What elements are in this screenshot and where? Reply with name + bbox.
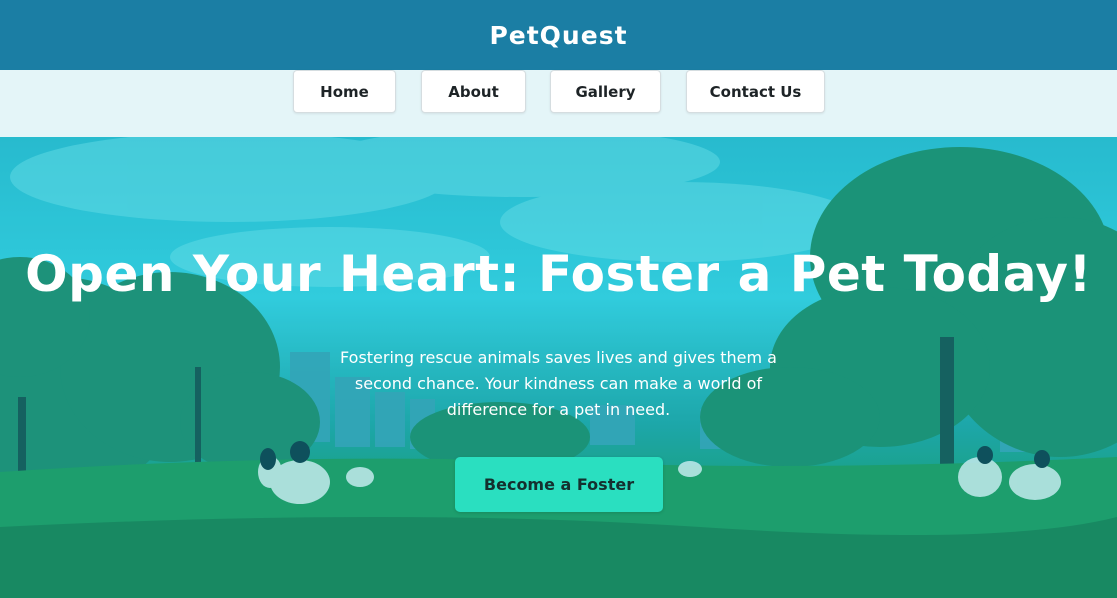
nav-contact-button[interactable]: Contact Us xyxy=(686,70,825,113)
hero-subtitle: Fostering rescue animals saves lives and… xyxy=(340,348,777,419)
main-nav: Home About Gallery Contact Us xyxy=(0,70,1117,137)
nav-home-button[interactable]: Home xyxy=(293,70,396,113)
brand-title: PetQuest xyxy=(489,20,628,50)
site-header: PetQuest xyxy=(0,0,1117,70)
hero-section: Open Your Heart: Foster a Pet Today! Fos… xyxy=(0,137,1117,598)
become-foster-button[interactable]: Become a Foster xyxy=(455,457,663,512)
nav-about-button[interactable]: About xyxy=(421,70,526,113)
hero-title: Open Your Heart: Foster a Pet Today! xyxy=(25,245,1092,303)
nav-gallery-button[interactable]: Gallery xyxy=(550,70,661,113)
